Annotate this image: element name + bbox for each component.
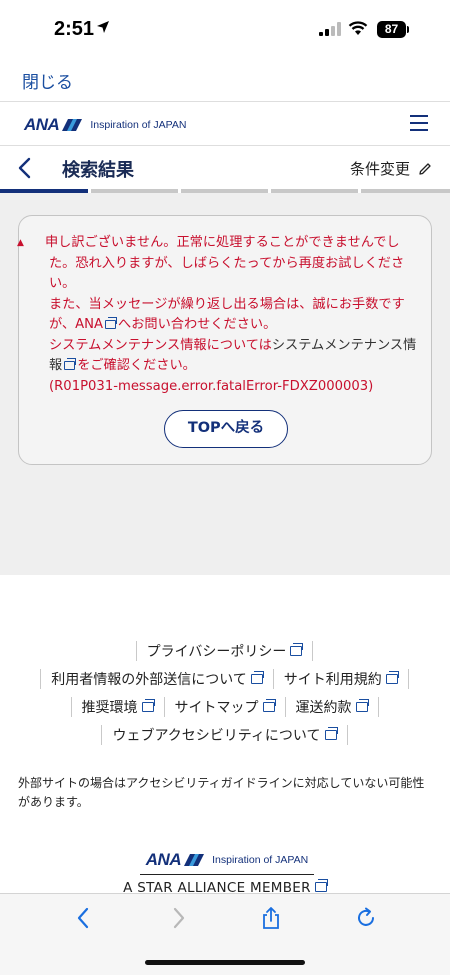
external-link-icon [141,699,155,712]
external-link-icon [290,643,304,656]
external-link-icon[interactable] [64,358,77,370]
privacy-policy-link[interactable]: プライバシーポリシー [135,641,314,661]
status-time: 2:51 [54,18,95,40]
external-link-icon [314,879,328,892]
footer-links: プライバシーポリシー 利用者情報の外部送信について サイト利用規約 推奨環境 サ… [0,637,450,749]
web-accessibility-link[interactable]: ウェブアクセシビリティについて [101,725,348,745]
error-message: ▲ 申し訳ございません。正常に処理することができませんでした。恐れ入りますが、しば… [17,233,423,397]
pencil-icon [419,162,431,175]
browser-forward-icon[interactable] [166,906,190,930]
site-footer: プライバシーポリシー 利用者情報の外部送信について サイト利用規約 推奨環境 サ… [0,575,450,896]
ana-slash-mark-icon [62,119,83,131]
ana-logo[interactable]: ANA Inspiration of JAPAN [24,115,186,135]
home-indicator[interactable] [145,960,305,965]
battery-indicator: 87 [377,21,406,38]
recommended-environment-link[interactable]: 推奨環境 [70,697,165,717]
accessibility-note: 外部サイトの場合はアクセシビリティガイドラインに対応していない可能性があります。 [18,776,425,809]
error-line-3a: システムメンテナンス情報については [49,337,272,353]
footer-ana-wordmark: ANA [145,849,182,869]
error-code: (R01P031-message.error.fatalError-FDXZ00… [49,378,374,394]
external-transmission-link[interactable]: 利用者情報の外部送信について [40,669,274,689]
external-link-icon [262,699,276,712]
page-title-bar: 検索結果 条件変更 [0,147,450,190]
error-line-3c: をご確認ください。 [77,358,196,373]
page-title: 検索結果 [62,160,134,181]
cellular-signal-icon [319,22,341,36]
external-link-icon [250,671,264,684]
change-conditions-button[interactable]: 条件変更 [350,158,432,179]
conditions-of-carriage-link[interactable]: 運送約款 [284,697,379,717]
battery-cap [407,26,409,33]
ana-wordmark: ANA [24,115,60,134]
error-message-card: ▲ 申し訳ございません。正常に処理することができませんでした。恐れ入りますが、しば… [17,215,432,465]
status-bar: 2:51 87 [0,0,450,58]
ana-tagline: Inspiration of JAPAN [90,119,187,131]
wifi-icon [348,21,368,35]
browser-back-icon[interactable] [72,906,96,930]
external-link-icon[interactable] [105,317,118,329]
site-terms-link[interactable]: サイト利用規約 [272,669,409,689]
change-conditions-label: 条件変更 [349,160,410,178]
error-line-2b: へお問い合わせください。 [118,317,277,332]
location-arrow-icon [97,21,109,33]
close-bar: 閉じる [0,58,450,102]
hamburger-menu-icon[interactable] [410,115,428,131]
close-button[interactable]: 閉じる [22,68,73,93]
back-to-top-button[interactable]: TOPへ戻る [164,410,288,448]
external-link-icon [385,671,399,684]
external-link-icon [324,727,338,740]
main-content: ▲ 申し訳ございません。正常に処理することができませんでした。恐れ入りますが、しば… [0,193,450,575]
warning-icon: ▲ [17,238,24,248]
site-header: ANA Inspiration of JAPAN [0,103,450,146]
footer-ana-logo: ANA Inspiration of JAPAN [140,845,314,875]
ana-slash-mark-icon [184,853,205,866]
back-chevron-icon[interactable] [16,157,32,179]
error-line-1: 申し訳ございません。正常に処理することができませんでした。恐れ入りますが、しばら… [45,235,405,291]
external-link-icon [355,699,369,712]
sitemap-link[interactable]: サイトマップ [163,697,286,717]
footer-ana-tagline: Inspiration of JAPAN [212,853,309,866]
share-icon[interactable] [259,906,283,930]
reload-icon[interactable] [354,906,378,930]
